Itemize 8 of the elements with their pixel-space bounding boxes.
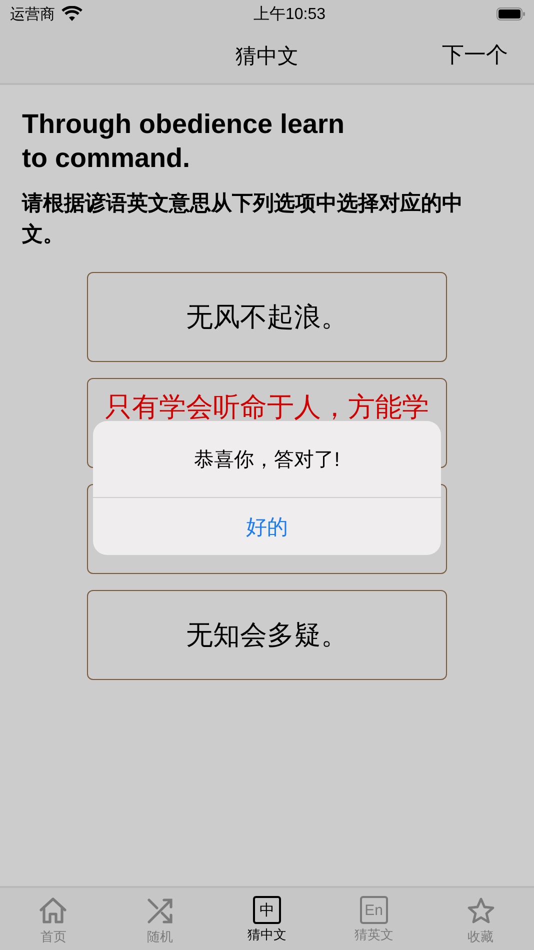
carrier-name: 运营商 xyxy=(10,4,55,24)
instruction-text: 请根据谚语英文意思从下列选项中选择对应的中文。 xyxy=(22,190,464,248)
boxed-letter-icon: 中 xyxy=(252,896,281,924)
boxed-letter-icon: En xyxy=(360,896,388,924)
alert-message: 恭喜你，答对了! xyxy=(93,421,441,498)
screen-title: 猜中文 xyxy=(236,44,298,70)
status-time: 上午10:53 xyxy=(253,4,326,24)
proverb-text: Through obedience learn to command. xyxy=(22,108,346,175)
